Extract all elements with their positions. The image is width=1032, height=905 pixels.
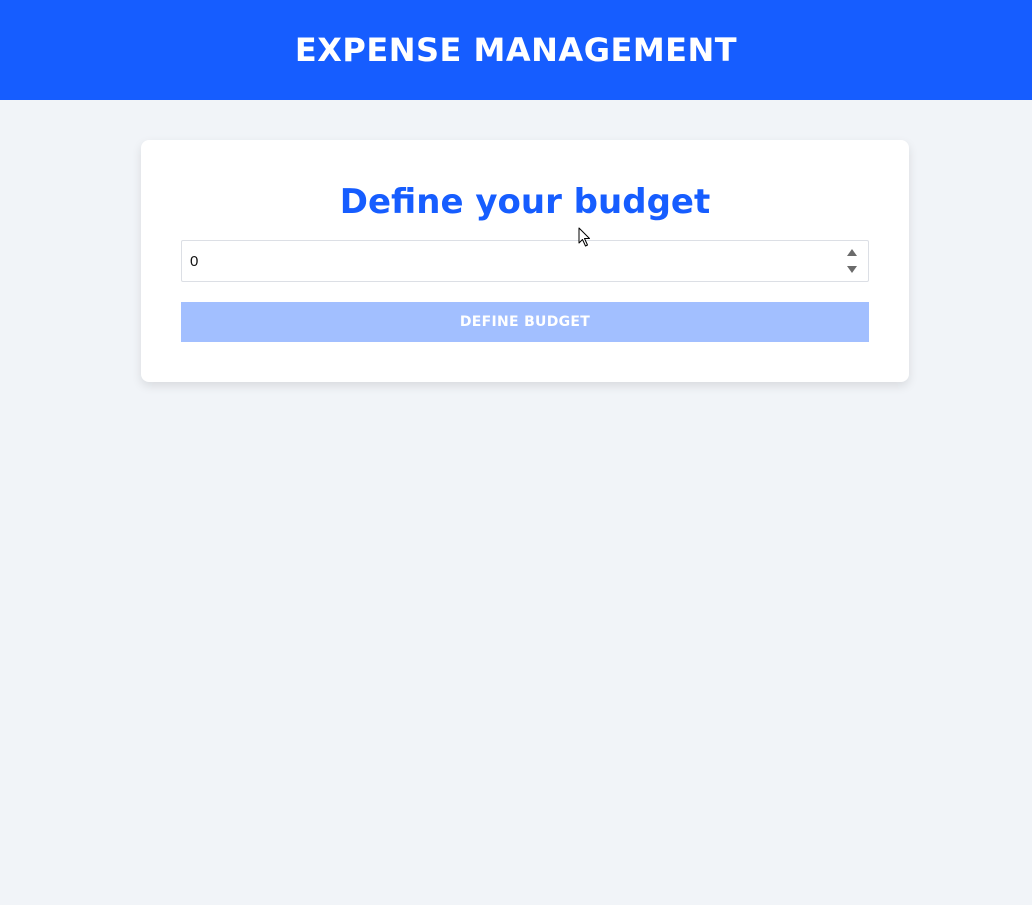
- app-header: EXPENSE MANAGEMENT: [0, 0, 1032, 100]
- mouse-cursor-icon: [578, 227, 590, 247]
- budget-input[interactable]: [182, 241, 868, 281]
- spinner-down-icon[interactable]: [847, 266, 857, 273]
- number-spinner: [846, 249, 858, 273]
- app-title: EXPENSE MANAGEMENT: [294, 31, 738, 69]
- budget-card: Define your budget DEFINE BUDGET: [141, 140, 909, 382]
- budget-field: [181, 240, 869, 282]
- budget-heading: Define your budget: [339, 182, 711, 222]
- spinner-up-icon[interactable]: [847, 249, 857, 256]
- define-budget-button[interactable]: DEFINE BUDGET: [181, 302, 869, 342]
